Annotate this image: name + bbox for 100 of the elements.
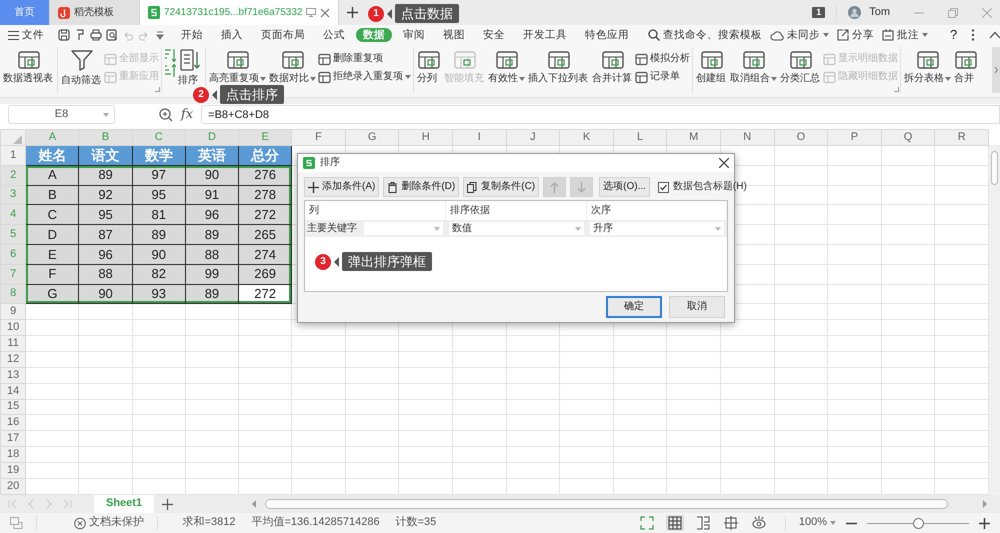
help-button[interactable]: ? [950,27,958,43]
name-box[interactable]: E8 [8,105,115,124]
dialog-button[interactable]: 取消 [669,296,725,318]
format-icon[interactable] [74,29,86,41]
dialog-button[interactable]: 确定 [606,296,662,318]
eye-icon[interactable] [752,516,766,530]
tab-count[interactable]: 1 [812,7,826,18]
sheet-cell[interactable]: G [26,284,79,304]
sheet-cell[interactable]: 95 [132,185,186,205]
row-header[interactable]: 1 [0,146,26,166]
sheet-cell[interactable]: 90 [132,244,186,264]
sheet-cell[interactable]: 88 [185,244,239,264]
page-layout-icon[interactable] [724,516,738,530]
ribbon-button[interactable]: 取消组合 [729,47,778,85]
checkbox-label[interactable]: 数据包含标题(H) [672,181,747,193]
ribbon-tab[interactable]: 页面布局 [254,28,312,42]
ribbon-tab[interactable]: 安全 [476,28,512,42]
column-header[interactable]: G [345,130,399,146]
add-sheet-icon[interactable] [162,498,174,510]
function-label[interactable]: fx [181,106,194,122]
share-button[interactable]: 分享 [837,28,874,42]
sheet-cell[interactable]: 97 [132,165,186,186]
column-header[interactable]: O [774,130,828,146]
sheet-cell[interactable]: D [26,224,79,244]
ribbon-button[interactable]: 删除重复项 [318,50,411,68]
search-button[interactable]: 查找命令、搜索模板 [648,28,762,42]
sheet-cell[interactable]: E [26,244,79,264]
zoom-level[interactable]: 100% [798,516,836,530]
row-header[interactable]: 9 [0,304,26,320]
file-menu[interactable]: 文件 [8,28,44,42]
row-header[interactable]: 15 [0,399,26,415]
sheet-cell[interactable]: 272 [238,204,292,225]
ribbon-tab[interactable]: 开始 [174,28,210,42]
ribbon-button[interactable]: 模拟分析 [635,50,690,68]
row-header[interactable]: 10 [0,320,26,336]
sort-ascending-icon[interactable] [164,47,176,63]
sheet-cell[interactable]: 269 [238,264,292,284]
ribbon-button[interactable]: 分列 [416,47,442,85]
ribbon-button[interactable]: 有效性 [487,47,526,85]
ribbon-button[interactable]: 高亮重复项 [208,47,267,85]
ribbon-tab[interactable]: 开发工具 [516,28,574,42]
row-header[interactable]: 19 [0,462,26,478]
sheet-cell[interactable]: 96 [78,244,132,264]
ribbon-button[interactable]: 拒绝录入重复项 [318,68,411,86]
toolbar-button[interactable]: 删除条件(D) [383,177,460,197]
column-header[interactable]: Q [881,130,935,146]
sheet-cell[interactable]: 89 [185,224,239,244]
slider-thumb[interactable] [913,518,924,528]
sheet-cell[interactable]: 90 [185,165,239,186]
column-header[interactable]: L [613,130,667,146]
row-header[interactable]: 18 [0,446,26,463]
scrollbar-thumb[interactable] [265,499,948,509]
ribbon-button[interactable]: 排序 [177,47,203,87]
row-header[interactable]: 12 [0,351,26,368]
sheet-cell[interactable]: 88 [78,264,132,284]
sort-descending-icon[interactable] [164,63,176,79]
sheet-cell[interactable]: 99 [185,264,239,284]
sheet-cell[interactable]: 82 [132,264,186,284]
customize-icon[interactable] [154,29,166,41]
preview-icon[interactable] [106,29,118,41]
sheet-cell[interactable]: 278 [238,185,292,205]
launcher-icon[interactable] [155,87,160,92]
sync-button[interactable]: 未同步 [770,28,829,42]
scroll-right-icon[interactable] [982,500,988,508]
sheet-cell[interactable]: 89 [78,165,132,186]
ribbon-tab[interactable]: 公式 [316,28,352,42]
column-header[interactable]: F [292,130,346,146]
sheet-cell[interactable]: 276 [238,165,292,186]
sheet-cell[interactable]: 95 [78,204,132,225]
select-all-icon[interactable] [13,135,22,144]
row-header[interactable]: 13 [0,367,26,384]
toolbar-button[interactable]: 复制条件(C) [463,177,540,197]
ribbon-tab[interactable]: 特色应用 [578,28,636,42]
sheet-cell[interactable]: F [26,264,79,284]
ribbon-button[interactable]: 拆分表格 [903,47,952,85]
close-icon[interactable] [719,158,729,168]
layout-icon[interactable] [10,517,23,529]
sort-on-select[interactable]: 数值 [448,221,585,236]
ribbon-tab[interactable]: 视图 [436,28,472,42]
formula-field[interactable]: =B8+C8+D8 [201,105,1000,124]
comment-button[interactable]: 批注 [882,28,928,42]
launcher-icon[interactable] [894,87,899,92]
sheet-cell[interactable]: B [26,185,79,205]
page-break-icon[interactable] [696,516,710,530]
sheet-cell[interactable]: 81 [132,204,186,225]
ribbon-button[interactable]: 插入下拉列表 [527,47,590,85]
column-header[interactable]: H [398,130,452,146]
sheet-cell[interactable]: 90 [78,284,132,304]
toolbar-button[interactable]: 选项(O)... [599,177,650,197]
ribbon-button[interactable]: 数据对比 [268,47,317,85]
sheet-cell[interactable]: 89 [185,284,239,304]
toolbar-button[interactable]: 添加条件(A) [304,177,380,197]
ribbon-tab[interactable]: 插入 [214,28,250,42]
protection-status[interactable]: 文档未保护 [74,516,144,530]
scroll-left-icon[interactable] [251,500,258,508]
column-header[interactable]: N [720,130,774,146]
sheet-cell[interactable]: 93 [132,284,186,304]
more-icon[interactable] [971,29,976,41]
order-select[interactable]: 升序 [589,221,725,236]
sheet-cell[interactable]: 274 [238,244,292,264]
